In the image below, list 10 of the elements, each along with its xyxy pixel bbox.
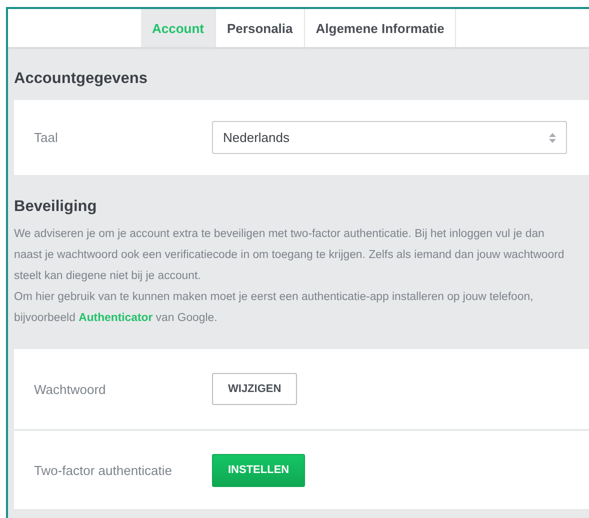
intro-paragraph: We adviseren je om je account extra te beveiligen met two-factor authenticatie. Bij het inloggen vul je dan naast je wachtwoord ook een verificatiecode in om toegang te krijgen. Zelfs als iemand dan jouw wachtwoord steelt kan diegene niet bij je account. xyxy=(14,227,566,284)
note-paragraph: Om hier gebruik van te kunnen maken moet je eerst een authenticatie-app installeren op jouw telefoon, bijvoorbeeld Authenticator van Google. xyxy=(14,290,534,326)
field-label: Wachtwoord xyxy=(34,382,107,396)
section-heading: Beveiliging xyxy=(14,197,98,217)
sort-caret-icon xyxy=(549,132,556,142)
language-select[interactable]: Nederlands xyxy=(212,121,567,154)
section-heading: Accountgegevens xyxy=(14,69,149,89)
field-label: Two-factor authenticatie xyxy=(34,462,174,478)
change-button[interactable]: WIJZIGEN xyxy=(212,373,298,405)
field-label: Taal xyxy=(34,130,59,145)
